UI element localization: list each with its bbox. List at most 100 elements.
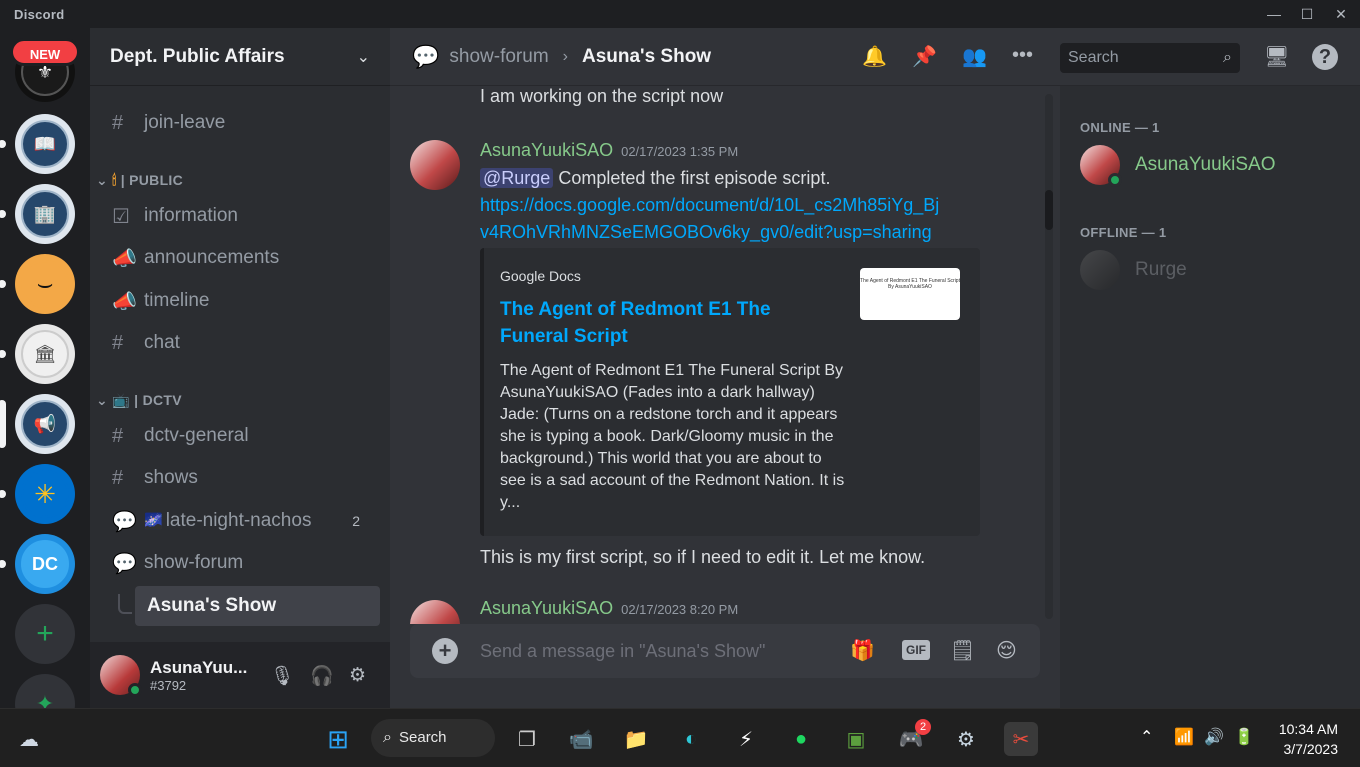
- server-icon-amazon[interactable]: ⌣: [15, 254, 75, 314]
- more-icon[interactable]: •••: [1012, 44, 1033, 67]
- channel-late-night-nachos[interactable]: 💬 🌌 late-night-nachos 2: [100, 501, 380, 541]
- server-rail: NEW ⚜ 📖 🏢 ⌣ 🏛 📢 ✳ DC + ✦: [0, 28, 90, 708]
- server-icon-public-affairs[interactable]: 📢: [15, 394, 75, 454]
- category-dctv[interactable]: ⌄ 📺 | DCTV: [96, 392, 182, 409]
- channel-join-leave[interactable]: # join-leave: [100, 103, 380, 143]
- microphone-icon[interactable]: 🎙: [270, 664, 294, 688]
- server-icon-walmart[interactable]: ✳: [15, 464, 75, 524]
- avatar[interactable]: [410, 140, 460, 190]
- author-name[interactable]: AsunaYuukiSAO: [480, 598, 613, 618]
- weather-icon[interactable]: ☁: [12, 722, 46, 756]
- embed-thumbnail[interactable]: The Agent of Redmont E1 The Funeral Scri…: [860, 268, 960, 320]
- task-view-icon[interactable]: ❐: [510, 722, 544, 756]
- inbox-icon[interactable]: 🖥: [1264, 44, 1289, 69]
- server-icon-construction[interactable]: 🏢: [15, 184, 75, 244]
- maximize-button[interactable]: ☐: [1297, 4, 1317, 24]
- breadcrumb-forum[interactable]: show-forum: [449, 46, 548, 68]
- message-link[interactable]: https://docs.google.com/document/d/10L_c…: [480, 192, 939, 219]
- battery-icon[interactable]: 🔋: [1234, 727, 1254, 747]
- spotify-icon[interactable]: ●: [784, 722, 818, 756]
- system-clock[interactable]: 10:34 AM 3/7/2023: [1279, 719, 1338, 759]
- edge-browser-icon[interactable]: ◐: [674, 722, 708, 756]
- online-status-icon: [1108, 173, 1122, 187]
- minecraft-icon[interactable]: ▣: [839, 722, 873, 756]
- scrollbar-thumb[interactable]: [1045, 190, 1053, 230]
- volume-icon[interactable]: 🔊: [1204, 727, 1224, 747]
- embed-description: The Agent of Redmont E1 The Funeral Scri…: [500, 362, 845, 511]
- message-link[interactable]: v4ROhVRhMNZSeEMGOBOv6ky_gv0/edit?usp=sha…: [480, 219, 932, 246]
- channel-dctv-general[interactable]: # dctv-general: [100, 416, 380, 456]
- unread-pill: [0, 280, 6, 288]
- help-icon[interactable]: ?: [1312, 44, 1338, 70]
- add-attachment-button[interactable]: +: [432, 638, 458, 664]
- channel-announcements[interactable]: 📣 announcements: [100, 238, 380, 278]
- steam-icon[interactable]: ⚙: [949, 722, 983, 756]
- snipping-tool-icon[interactable]: ✂: [1004, 722, 1038, 756]
- message-composer: + 🎁 GIF 🗒 😌: [410, 624, 1040, 678]
- file-explorer-icon[interactable]: 📁: [619, 722, 653, 756]
- channel-timeline[interactable]: 📣 timeline: [100, 281, 380, 321]
- server-icon-education[interactable]: 📖: [15, 114, 75, 174]
- member-item[interactable]: Rurge: [1080, 249, 1187, 291]
- search-icon: ⌕: [1223, 49, 1232, 66]
- server-icon-dc[interactable]: DC: [15, 534, 75, 594]
- city-buildings-icon: 🏛: [21, 330, 69, 378]
- sticker-icon[interactable]: 🗒: [950, 638, 975, 663]
- emoji-icon[interactable]: 😌: [996, 638, 1017, 663]
- taskbar-search[interactable]: ⌕ Search: [371, 719, 495, 757]
- add-server-button[interactable]: +: [15, 604, 75, 664]
- windows-start-icon[interactable]: ⊞: [321, 722, 355, 756]
- user-mention[interactable]: @Rurge: [480, 168, 554, 188]
- chevron-down-icon: ⌄: [96, 392, 113, 408]
- os-taskbar: ☁ ⊞ ⌕ Search ❐ 📹 📁 ◐ ⚡ ● ▣ 🎮 2 ⚙ ✂ ⌃ 📶 🔊…: [0, 708, 1360, 767]
- headphones-icon[interactable]: 🎧: [310, 664, 334, 688]
- composer-area: + 🎁 GIF 🗒 😌: [390, 624, 1060, 708]
- category-public[interactable]: ⌄ 🕯 | PUBLIC: [96, 172, 183, 189]
- building-seal-icon: 🏢: [21, 190, 69, 238]
- scrollbar[interactable]: [1045, 94, 1053, 619]
- gear-icon[interactable]: ⚙: [349, 664, 366, 687]
- channel-chat[interactable]: # chat: [100, 323, 380, 363]
- chevron-down-icon: ⌄: [96, 172, 113, 188]
- thread-connector: [118, 594, 132, 614]
- pin-icon[interactable]: 📌: [912, 44, 937, 69]
- channel-show-forum[interactable]: 💬 show-forum: [100, 543, 380, 583]
- avatar[interactable]: [410, 600, 460, 624]
- minimize-button[interactable]: —: [1264, 4, 1284, 24]
- teams-chat-icon[interactable]: 📹: [564, 722, 598, 756]
- search-input[interactable]: Search ⌕: [1060, 43, 1240, 73]
- search-placeholder: Search: [1068, 49, 1119, 66]
- gift-icon[interactable]: 🎁: [850, 638, 875, 663]
- bell-icon[interactable]: 🔔: [862, 44, 887, 69]
- guild-header[interactable]: Dept. Public Affairs ⌄: [90, 28, 390, 86]
- megaphone-seal-icon: 📢: [21, 400, 69, 448]
- amazon-smile-icon: ⌣: [21, 260, 69, 308]
- server-icon-city[interactable]: 🏛: [15, 324, 75, 384]
- members-icon[interactable]: 👥: [962, 44, 987, 69]
- thread-asunas-show[interactable]: Asuna's Show: [135, 586, 380, 626]
- explore-servers-button[interactable]: ✦: [15, 674, 75, 708]
- category-label: | PUBLIC: [120, 172, 184, 188]
- thread-label: Asuna's Show: [147, 595, 277, 616]
- avatar[interactable]: [100, 655, 142, 697]
- member-category-online: ONLINE — 1: [1080, 120, 1160, 135]
- message-list: I am working on the script now AsunaYuuk…: [390, 86, 1060, 624]
- channel-label: information: [144, 205, 238, 226]
- channel-shows[interactable]: # shows: [100, 458, 380, 498]
- walmart-spark-icon: ✳: [21, 470, 69, 518]
- lightning-app-icon[interactable]: ⚡: [729, 722, 763, 756]
- gif-button[interactable]: GIF: [902, 640, 930, 660]
- member-name: AsunaYuukiSAO: [1135, 154, 1276, 175]
- author-name[interactable]: AsunaYuukiSAO: [480, 140, 613, 160]
- embed-title[interactable]: The Agent of Redmont E1 The Funeral Scri…: [500, 296, 840, 350]
- member-item[interactable]: AsunaYuukiSAO: [1080, 144, 1276, 187]
- chevron-up-icon[interactable]: ⌃: [1140, 727, 1153, 747]
- channel-information[interactable]: ☑ information: [100, 196, 380, 236]
- candle-icon: 🕯: [112, 172, 117, 188]
- close-button[interactable]: ✕: [1331, 4, 1351, 24]
- message-input[interactable]: [480, 640, 830, 662]
- message-timestamp: 02/17/2023 8:20 PM: [621, 602, 739, 617]
- message-timestamp: 02/17/2023 1:35 PM: [621, 144, 739, 159]
- wifi-icon[interactable]: 📶: [1174, 727, 1194, 747]
- embed-provider: Google Docs: [500, 268, 581, 284]
